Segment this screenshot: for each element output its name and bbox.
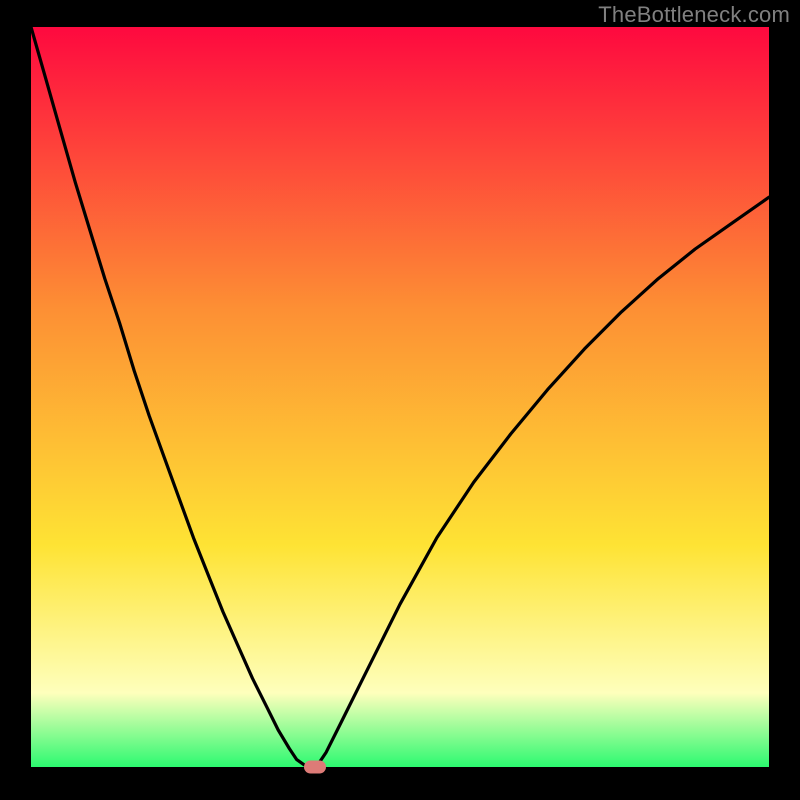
optimum-marker [304,761,326,774]
bottleneck-chart [0,0,800,800]
chart-frame: TheBottleneck.com [0,0,800,800]
attribution-text: TheBottleneck.com [598,2,790,28]
